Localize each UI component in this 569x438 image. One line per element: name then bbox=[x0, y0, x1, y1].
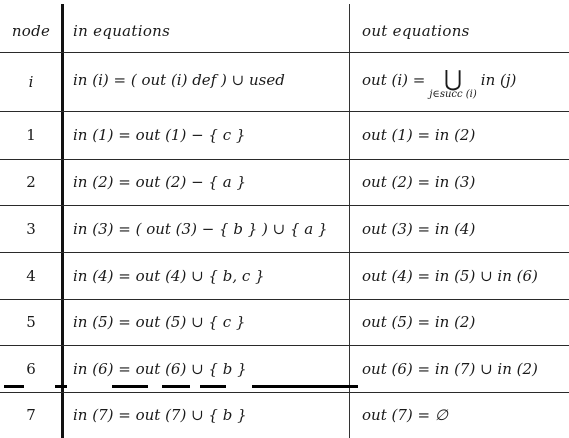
row-2-node: 2 bbox=[26, 173, 36, 191]
row-5-node: 5 bbox=[26, 313, 36, 331]
row-2-out-equation: out (2) = in (3) bbox=[362, 173, 476, 191]
row-1-out-equation: out (1) = in (2) bbox=[362, 126, 476, 144]
row-7-out-equation: out (7) = ∅ bbox=[362, 406, 448, 424]
union-symbol: ⋃ bbox=[444, 67, 463, 92]
column-divider-in-out bbox=[349, 4, 350, 438]
row-4-out-equation: out (4) = in (5) ∪ in (6) bbox=[362, 266, 538, 285]
row-3-out-equation: out (3) = in (4) bbox=[362, 219, 476, 238]
row-1-in-equation: in (1) = out (1) − { c } bbox=[73, 126, 246, 144]
row-4-node: 4 bbox=[26, 266, 36, 285]
row-1-node: 1 bbox=[26, 126, 36, 144]
union-subscript: j∈succ (i) bbox=[429, 89, 477, 100]
row-i-in-equation: in (i) = ( out (i) def ) ∪ used bbox=[73, 71, 285, 89]
row-6-out-equation: out (6) = in (7) ∪ in (2) bbox=[362, 359, 538, 378]
row-i-out-equation: out (i) = ⋃ j∈succ (i) in (j) bbox=[362, 52, 567, 108]
row-3-in-equation: in (3) = ( out (3) − { b } ) ∪ { a } bbox=[73, 219, 328, 238]
header-out-equations: out equations bbox=[362, 22, 470, 40]
row-i-node: i bbox=[28, 72, 34, 91]
row-6-in-equation: in (6) = out (6) ∪ { b } bbox=[73, 359, 247, 378]
row-i-out-prefix: out (i) = bbox=[362, 71, 426, 89]
row-5-out-equation: out (5) = in (2) bbox=[362, 313, 476, 331]
header-in-equations: in equations bbox=[73, 22, 171, 40]
row-7-in-equation: in (7) = out (7) ∪ { b } bbox=[73, 406, 247, 424]
header-node: node bbox=[11, 22, 51, 40]
row-6-node: 6 bbox=[26, 359, 36, 378]
row-4-in-equation: in (4) = out (4) ∪ { b, c } bbox=[73, 266, 265, 285]
dataflow-equations-table: node in equations out equations i in (i)… bbox=[0, 0, 569, 438]
row-2-in-equation: in (2) = out (2) − { a } bbox=[73, 173, 246, 191]
row-3-node: 3 bbox=[26, 219, 36, 238]
row-5-in-equation: in (5) = out (5) ∪ { c } bbox=[73, 313, 246, 331]
big-union-operator: ⋃ j∈succ (i) bbox=[429, 67, 477, 101]
row-7-node: 7 bbox=[26, 406, 36, 424]
row-i-out-suffix: in (j) bbox=[480, 71, 517, 89]
